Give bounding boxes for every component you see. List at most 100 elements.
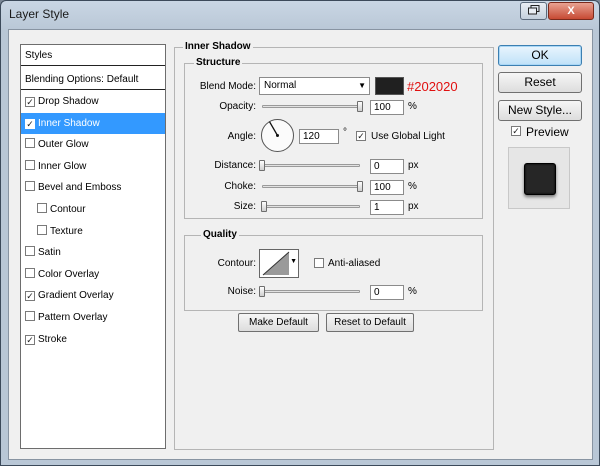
use-global-light-checkbox[interactable]: ✓ bbox=[356, 131, 366, 141]
style-item-checkbox[interactable] bbox=[25, 138, 35, 149]
quality-title: Quality bbox=[201, 229, 239, 240]
style-item-inner-glow[interactable]: Inner Glow bbox=[21, 156, 165, 177]
noise-slider-thumb[interactable] bbox=[259, 286, 265, 297]
opacity-input[interactable]: 100 bbox=[370, 100, 404, 115]
style-item-checkbox[interactable]: ✓ bbox=[25, 97, 35, 107]
choke-slider-thumb[interactable] bbox=[357, 181, 363, 192]
style-item-contour[interactable]: Contour bbox=[21, 199, 165, 220]
distance-label: Distance: bbox=[214, 160, 256, 171]
style-item-checkbox[interactable] bbox=[25, 311, 35, 321]
style-item-checkbox[interactable] bbox=[25, 181, 35, 192]
angle-label: Angle: bbox=[227, 131, 256, 142]
style-item-checkbox[interactable] bbox=[37, 224, 47, 235]
reset-to-default-button[interactable]: Reset to Default bbox=[326, 313, 414, 332]
blend-mode-select[interactable]: Normal ▼ bbox=[259, 77, 370, 95]
style-preview-box bbox=[508, 147, 570, 209]
style-item-label: Inner Glow bbox=[38, 160, 87, 172]
choke-unit: % bbox=[408, 181, 417, 192]
noise-slider-track[interactable] bbox=[262, 290, 360, 293]
distance-unit: px bbox=[408, 160, 419, 171]
style-item-bevel-and-emboss[interactable]: Bevel and Emboss bbox=[21, 177, 165, 198]
style-item-stroke[interactable]: ✓ Stroke bbox=[21, 329, 165, 350]
noise-unit: % bbox=[408, 286, 417, 297]
size-slider-thumb[interactable] bbox=[260, 201, 267, 212]
style-item-label: Satin bbox=[38, 247, 61, 259]
chevron-down-icon: ▼ bbox=[358, 81, 366, 90]
anti-aliased-label: Anti-aliased bbox=[328, 258, 381, 269]
style-item-label: Inner Shadow bbox=[38, 117, 100, 129]
reset-button[interactable]: Reset bbox=[498, 72, 582, 93]
opacity-slider-thumb[interactable] bbox=[357, 101, 363, 112]
styles-header-label: Styles bbox=[25, 50, 53, 61]
contour-label: Contour: bbox=[217, 258, 256, 269]
style-item-color-overlay[interactable]: Color Overlay bbox=[21, 264, 165, 285]
angle-unit: ° bbox=[343, 127, 347, 138]
style-item-label: Color Overlay bbox=[38, 268, 100, 280]
contour-linear-icon bbox=[262, 251, 290, 276]
styles-header[interactable]: Styles bbox=[21, 45, 165, 66]
style-item-label: Stroke bbox=[38, 333, 67, 345]
style-item-label: Gradient Overlay bbox=[38, 290, 114, 302]
restore-button[interactable] bbox=[520, 2, 547, 20]
new-style-button[interactable]: New Style... bbox=[498, 100, 582, 121]
choke-input[interactable]: 100 bbox=[370, 180, 404, 195]
opacity-slider-track[interactable] bbox=[262, 105, 360, 108]
quality-groupbox bbox=[184, 235, 483, 311]
distance-input[interactable]: 0 bbox=[370, 159, 404, 174]
size-label: Size: bbox=[233, 201, 256, 212]
blending-options-item[interactable]: Blending Options: Default bbox=[21, 69, 165, 90]
style-item-drop-shadow[interactable]: ✓ Drop Shadow bbox=[21, 91, 165, 112]
styles-list: Styles Blending Options: Default ✓ Drop S… bbox=[20, 44, 166, 449]
style-item-label: Outer Glow bbox=[38, 139, 89, 151]
restore-icon bbox=[527, 4, 540, 18]
style-item-checkbox[interactable] bbox=[25, 267, 35, 278]
close-icon: X bbox=[567, 5, 575, 17]
size-slider-track[interactable] bbox=[262, 205, 360, 208]
preview-swatch bbox=[524, 163, 556, 195]
style-item-checkbox[interactable]: ✓ bbox=[25, 118, 35, 129]
style-item-label: Drop Shadow bbox=[38, 96, 99, 107]
color-hex-annotation: #202020 bbox=[407, 79, 458, 94]
style-item-label: Pattern Overlay bbox=[38, 312, 108, 323]
style-item-label: Bevel and Emboss bbox=[38, 182, 122, 194]
choke-slider-track[interactable] bbox=[262, 185, 360, 188]
style-item-texture[interactable]: Texture bbox=[21, 221, 165, 242]
close-button[interactable]: X bbox=[548, 2, 594, 20]
style-item-checkbox[interactable] bbox=[37, 203, 47, 213]
style-item-outer-glow[interactable]: Outer Glow bbox=[21, 134, 165, 155]
style-item-satin[interactable]: Satin bbox=[21, 242, 165, 263]
style-item-pattern-overlay[interactable]: Pattern Overlay bbox=[21, 307, 165, 328]
window-title: Layer Style bbox=[9, 7, 70, 21]
anti-aliased-checkbox[interactable] bbox=[314, 258, 324, 268]
angle-input[interactable]: 120 bbox=[299, 129, 339, 144]
make-default-button[interactable]: Make Default bbox=[238, 313, 319, 332]
distance-slider-track[interactable] bbox=[262, 164, 360, 167]
style-item-label: Texture bbox=[50, 225, 83, 237]
ok-button[interactable]: OK bbox=[498, 45, 582, 66]
noise-input[interactable]: 0 bbox=[370, 285, 404, 300]
blend-mode-value: Normal bbox=[264, 80, 297, 91]
preview-label: Preview bbox=[526, 125, 569, 139]
contour-picker[interactable]: ▼ bbox=[259, 249, 299, 278]
style-item-checkbox[interactable]: ✓ bbox=[25, 334, 35, 345]
style-item-checkbox[interactable] bbox=[25, 159, 35, 170]
title-bar[interactable]: Layer Style X bbox=[1, 1, 599, 29]
style-item-label: Contour bbox=[50, 204, 86, 215]
blend-mode-label: Blend Mode: bbox=[199, 81, 256, 92]
layer-style-window: Layer Style X Styles Blending Options: D… bbox=[0, 0, 600, 466]
style-item-checkbox[interactable]: ✓ bbox=[25, 291, 35, 302]
opacity-unit: % bbox=[408, 101, 417, 112]
shadow-color-swatch[interactable] bbox=[375, 77, 404, 95]
inner-shadow-title: Inner Shadow bbox=[183, 41, 253, 52]
size-input[interactable]: 1 bbox=[370, 200, 404, 215]
structure-title: Structure bbox=[194, 57, 243, 68]
style-item-inner-shadow[interactable]: ✓ Inner Shadow bbox=[21, 112, 165, 134]
preview-checkbox[interactable]: ✓ bbox=[511, 126, 521, 136]
distance-slider-thumb[interactable] bbox=[259, 160, 265, 171]
blending-options-label: Blending Options: Default bbox=[25, 74, 139, 85]
style-item-checkbox[interactable] bbox=[25, 246, 35, 257]
noise-label: Noise: bbox=[227, 286, 256, 297]
angle-dial[interactable] bbox=[260, 118, 295, 153]
style-item-gradient-overlay[interactable]: ✓ Gradient Overlay bbox=[21, 285, 165, 306]
opacity-label: Opacity: bbox=[219, 101, 256, 112]
